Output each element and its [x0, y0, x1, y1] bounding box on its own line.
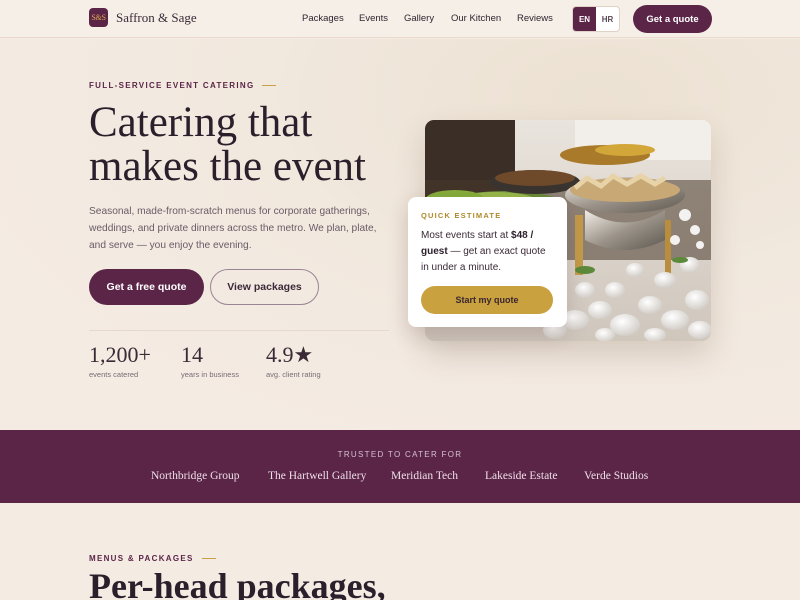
stat-value: 14 [181, 342, 203, 367]
nav-link-packages[interactable]: Packages [302, 13, 344, 24]
stat-years: 14 years in business [181, 341, 239, 379]
hero-title: Catering that makes the event [89, 101, 409, 189]
lang-en-button[interactable]: EN [573, 7, 596, 31]
client-logo: Lakeside Estate [485, 470, 558, 482]
trusted-by-band: TRUSTED TO CATER FOR Northbridge Group T… [0, 430, 800, 503]
packages-eyebrow-text: MENUS & PACKAGES [89, 554, 194, 563]
lang-hr-button[interactable]: HR [596, 7, 619, 31]
stat-rating: 4.9★ avg. client rating [266, 341, 321, 379]
logo-mark: S&S [89, 8, 108, 27]
language-switcher: EN HR [572, 6, 620, 32]
estimate-text: Most events start at $48 / guest — get a… [421, 228, 554, 276]
stat-label: avg. client rating [266, 370, 321, 379]
view-packages-button[interactable]: View packages [210, 269, 319, 305]
trust-label: TRUSTED TO CATER FOR [337, 450, 463, 459]
get-free-quote-button[interactable]: Get a free quote [89, 269, 204, 305]
client-logo: Verde Studios [584, 470, 649, 482]
brand-logo[interactable]: S&S Saffron & Sage [89, 8, 197, 27]
hero-eyebrow-text: FULL-SERVICE EVENT CATERING [89, 81, 255, 90]
nav-link-gallery[interactable]: Gallery [404, 13, 434, 24]
stat-label: years in business [181, 370, 239, 379]
estimate-label: QUICK ESTIMATE [421, 211, 502, 220]
nav-get-quote-button[interactable]: Get a quote [633, 5, 712, 33]
nav-link-reviews[interactable]: Reviews [517, 13, 553, 24]
stat-value: 4.9★ [266, 342, 314, 367]
nav-link-our-kitchen[interactable]: Our Kitchen [451, 13, 501, 24]
packages-eyebrow: MENUS & PACKAGES [89, 554, 216, 563]
eyebrow-rule [262, 85, 277, 86]
hero-description: Seasonal, made-from-scratch menus for co… [89, 206, 377, 251]
client-logo: The Hartwell Gallery [268, 470, 367, 482]
packages-title: Per-head packages, [89, 566, 386, 600]
quick-estimate-card: QUICK ESTIMATE Most events start at $48 … [408, 197, 567, 327]
stat-label: events catered [89, 370, 139, 379]
eyebrow-rule [201, 558, 216, 559]
hero-eyebrow: FULL-SERVICE EVENT CATERING [89, 81, 277, 90]
client-logos: Northbridge Group The Hartwell Gallery M… [0, 470, 800, 484]
top-nav: S&S Saffron & Sage Packages Events Galle… [0, 0, 800, 38]
hero-title-line-2: makes the event [89, 143, 367, 190]
hero-title-line-1: Catering that [89, 99, 313, 146]
start-my-quote-button[interactable]: Start my quote [421, 286, 553, 314]
nav-link-events[interactable]: Events [359, 13, 388, 24]
brand-name: Saffron & Sage [116, 9, 197, 25]
stat-value: 1,200+ [89, 342, 151, 367]
stats-divider [89, 330, 389, 331]
client-logo: Meridian Tech [391, 470, 459, 482]
client-logo: Northbridge Group [151, 470, 240, 482]
estimate-text-prefix: Most events start at [421, 230, 512, 241]
stat-events: 1,200+ events catered [89, 341, 151, 379]
